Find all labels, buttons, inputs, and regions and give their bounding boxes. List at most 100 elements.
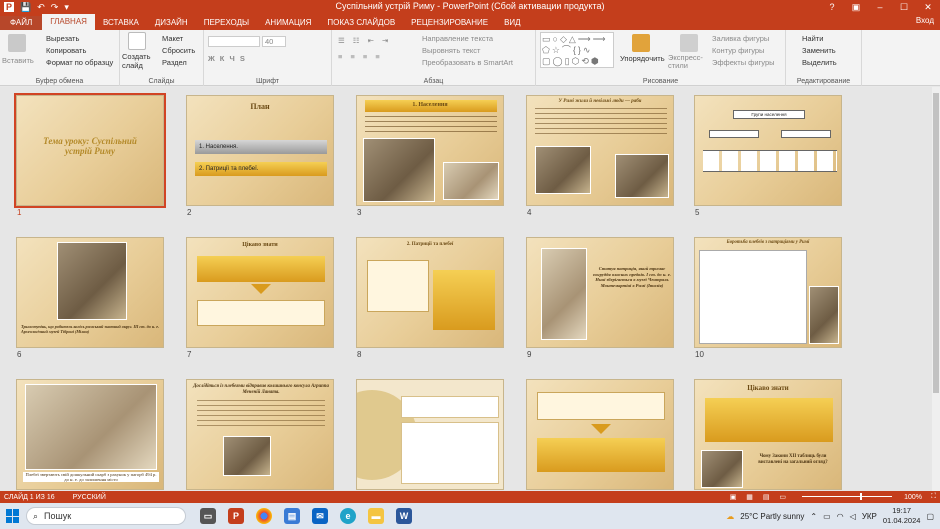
clock-date: 01.04.2024 — [882, 516, 921, 525]
slide-2-title: План — [250, 102, 270, 111]
slide-11[interactable]: Плебеї звертають свій дошкульний скарб з… — [16, 379, 164, 490]
ribbon-display-icon[interactable]: ▣ — [844, 0, 868, 14]
volume-icon[interactable]: ◁ — [850, 512, 856, 521]
text-direction-button[interactable]: Направление текста — [422, 34, 493, 43]
tab-insert[interactable]: ВСТАВКА — [95, 16, 147, 30]
language-indicator[interactable]: РУССКИЙ — [73, 494, 106, 501]
zoom-slider[interactable] — [802, 496, 892, 497]
fit-slide-icon[interactable]: ⛶ — [931, 493, 936, 501]
tab-slideshow[interactable]: ПОКАЗ СЛАЙДОВ — [319, 16, 403, 30]
shapes-gallery[interactable]: ▭○◇△⟶⟶ ⬠☆⌒{}∿ ▢◯▯⬡⟲⬢ — [540, 32, 614, 68]
slide-4-image-left — [535, 146, 591, 194]
new-slide-icon[interactable] — [128, 32, 146, 50]
paste-button[interactable]: Вставить — [2, 56, 34, 65]
status-bar: СЛАЙД 1 ИЗ 16 РУССКИЙ ▣ ▦ ▤ ▭ 100% ⛶ — [0, 491, 940, 503]
slide-10[interactable]: Боротьба плебеїв з патриціями у Римі — [694, 237, 842, 348]
tab-home[interactable]: ГЛАВНАЯ — [42, 14, 95, 30]
slide-15[interactable]: Цікаво знати Чому Закони XII таблиць бул… — [694, 379, 842, 490]
quick-styles-button[interactable]: Экспресс-стили — [668, 54, 708, 70]
qat-more-icon[interactable]: ▾ — [64, 2, 69, 12]
slide-2[interactable]: План 1. Населення. 2. Патриції та плебеї… — [186, 95, 334, 206]
chrome-icon[interactable] — [256, 508, 272, 524]
minimize-icon[interactable]: – — [868, 0, 892, 14]
select-button[interactable]: Выделить — [802, 58, 837, 67]
slide-8[interactable]: 2. Патриції та плебеї — [356, 237, 504, 348]
shape-effects-button[interactable]: Эффекты фигуры — [712, 58, 775, 67]
font-format-buttons[interactable]: ЖКЧS — [208, 54, 250, 63]
find-button[interactable]: Найти — [802, 34, 823, 43]
slide-7[interactable]: Цікаво знати — [186, 237, 334, 348]
slide-12[interactable]: Дослідіться із плебеями відправив колишн… — [186, 379, 334, 490]
maximize-icon[interactable]: ☐ — [892, 0, 916, 14]
font-name-input[interactable] — [208, 36, 260, 47]
slide-number: 4 — [527, 208, 532, 217]
reset-button[interactable]: Сбросить — [162, 46, 195, 55]
arrange-icon[interactable] — [632, 34, 650, 52]
quick-styles-icon[interactable] — [680, 34, 698, 52]
section-button[interactable]: Раздел — [162, 58, 187, 67]
file-explorer-icon[interactable]: ▬ — [368, 508, 384, 524]
slide-1[interactable]: Тема уроку: Суспільний устрій Риму — [14, 93, 166, 208]
store-icon[interactable]: ▤ — [284, 508, 300, 524]
slide-number: 9 — [527, 350, 532, 359]
slide-number: 5 — [695, 208, 700, 217]
new-slide-button[interactable]: Создать слайд — [122, 52, 156, 70]
shape-outline-button[interactable]: Контур фигуры — [712, 46, 764, 55]
network-icon[interactable]: ▭ — [823, 512, 831, 521]
taskbar-search[interactable]: ⌕ Пошук — [26, 507, 186, 525]
weather-text[interactable]: 25°C Partly sunny — [740, 512, 804, 521]
word-icon[interactable]: W — [396, 508, 412, 524]
diagram-leaves — [703, 150, 837, 172]
edge-icon[interactable]: e — [340, 508, 356, 524]
arrange-button[interactable]: Упорядочить — [620, 54, 665, 63]
paste-icon[interactable] — [8, 34, 26, 52]
tab-file[interactable]: ФАЙЛ — [0, 16, 43, 30]
tray-chevron-icon[interactable]: ⌃ — [810, 512, 817, 521]
slide-15-question: Чому Закони XII таблиць були виставлені … — [758, 454, 828, 465]
quick-access-toolbar: P 💾 ↶ ↷ ▾ — [0, 2, 180, 12]
replace-button[interactable]: Заменить — [802, 46, 836, 55]
tab-design[interactable]: ДИЗАЙН — [147, 16, 196, 30]
save-icon[interactable]: 💾 — [20, 2, 31, 12]
close-icon[interactable]: ✕ — [916, 0, 940, 14]
help-icon[interactable]: ? — [820, 0, 844, 14]
format-painter-button[interactable]: Формат по образцу — [46, 58, 113, 67]
shape-fill-button[interactable]: Заливка фигуры — [712, 34, 769, 43]
smartart-button[interactable]: Преобразовать в SmartArt — [422, 58, 513, 67]
tab-transitions[interactable]: ПЕРЕХОДЫ — [196, 16, 257, 30]
redo-icon[interactable]: ↷ — [51, 2, 59, 12]
mail-icon[interactable]: ✉ — [312, 508, 328, 524]
vertical-scrollbar[interactable] — [932, 87, 940, 491]
slide-9[interactable]: Статуя патриція, який тримає погруддя вл… — [526, 237, 674, 348]
start-icon[interactable] — [6, 509, 20, 523]
tab-view[interactable]: ВИД — [496, 16, 529, 30]
clock[interactable]: 19:17 01.04.2024 — [883, 506, 921, 526]
zoom-level[interactable]: 100% — [904, 494, 922, 501]
keyboard-language[interactable]: УКР — [862, 512, 877, 521]
cut-button[interactable]: Вырезать — [46, 34, 79, 43]
tab-review[interactable]: РЕЦЕНЗИРОВАНИЕ — [403, 16, 496, 30]
zoom-thumb[interactable] — [860, 493, 862, 500]
search-placeholder: Пошук — [44, 511, 72, 521]
font-size-input[interactable]: 40 — [262, 36, 286, 47]
slide-13[interactable] — [356, 379, 504, 490]
slide-3[interactable]: 1. Населення — [356, 95, 504, 206]
slide-14[interactable] — [526, 379, 674, 490]
copy-button[interactable]: Копировать — [46, 46, 86, 55]
tab-animations[interactable]: АНИМАЦИЯ — [257, 16, 319, 30]
powerpoint-taskbar-icon[interactable]: P — [228, 508, 244, 524]
slide-5[interactable]: Групи населення — [694, 95, 842, 206]
slide-4[interactable]: У Римі жили й невільні люди — раби — [526, 95, 674, 206]
layout-button[interactable]: Макет — [162, 34, 183, 43]
undo-icon[interactable]: ↶ — [37, 2, 45, 12]
align-buttons[interactable]: ≡ ≡ ≡ ≡ — [338, 52, 383, 61]
align-text-button[interactable]: Выровнять текст — [422, 46, 480, 55]
task-view-icon[interactable]: ▭ — [200, 508, 216, 524]
list-buttons[interactable]: ☰ ☷ ⇤ ⇥ — [338, 36, 391, 45]
wifi-icon[interactable]: ◠ — [837, 512, 844, 521]
view-buttons[interactable]: ▣ ▦ ▤ ▭ — [730, 493, 790, 501]
sign-in-link[interactable]: Вход — [916, 16, 934, 25]
notifications-icon[interactable]: ▢ — [926, 512, 934, 521]
slide-6[interactable]: Трьохступінь, що робитель колісь римськи… — [16, 237, 164, 348]
scrollbar-thumb[interactable] — [933, 93, 939, 393]
